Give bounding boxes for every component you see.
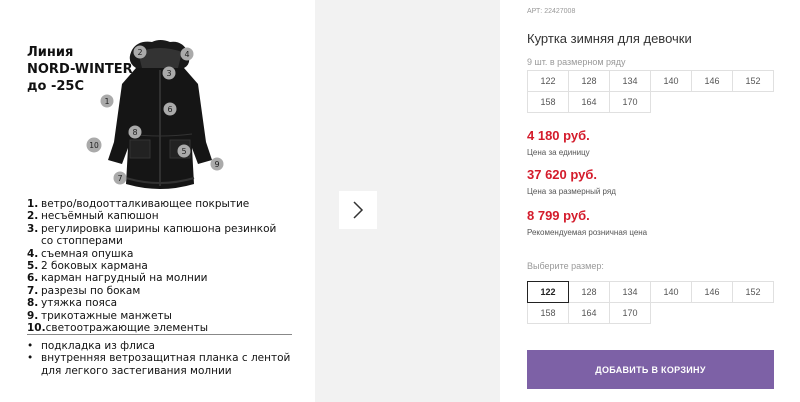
callout-marker: 3 xyxy=(162,66,176,85)
feature-number: 10. xyxy=(27,322,46,335)
feature-item: 4. съемная опушка xyxy=(27,248,276,260)
feature-text: светоотражающие элементы xyxy=(45,322,209,335)
price-retail-label: Рекомендуемая розничная цена xyxy=(527,228,648,237)
extra-text: подкладка из флиса xyxy=(41,340,155,352)
svg-text:1: 1 xyxy=(104,97,109,106)
svg-text:2: 2 xyxy=(137,48,142,57)
size-option[interactable]: 170 xyxy=(609,302,651,324)
size-run-label: 9 шт. в размерном ряду xyxy=(527,57,626,67)
gallery-next-button[interactable] xyxy=(339,191,377,229)
svg-text:6: 6 xyxy=(167,105,172,114)
price-size-run: 37 620 руб. xyxy=(527,167,598,182)
price-unit: 4 180 руб. xyxy=(527,128,590,143)
feature-number: 3. xyxy=(27,222,39,235)
extras-list: • подкладка из флиса • внутренняя ветрозащ… xyxy=(27,340,290,377)
svg-text:10: 10 xyxy=(89,141,99,150)
feature-number: 8. xyxy=(27,297,39,310)
feature-text: разрезы по бокам xyxy=(41,284,141,297)
bullet-icon: • xyxy=(27,352,34,365)
feature-item: 5. 2 боковых кармана xyxy=(27,260,276,272)
feature-item: 10. светоотражающие элементы xyxy=(27,322,276,334)
size-run-cell: 158 xyxy=(527,91,569,113)
feature-text: регулировка ширины капюшона резинкой xyxy=(41,222,277,235)
size-option[interactable]: 152 xyxy=(732,281,774,303)
callout-marker: 4 xyxy=(180,47,194,66)
extra-item: • внутренняя ветрозащитная планка с ленто… xyxy=(27,352,290,364)
callout-marker: 2 xyxy=(133,45,147,64)
svg-text:5: 5 xyxy=(181,147,186,156)
price-unit-label: Цена за единицу xyxy=(527,148,590,157)
choose-size-label: Выберите размер: xyxy=(527,261,604,271)
bullet-spacer xyxy=(27,365,41,377)
size-run-cell: 122 xyxy=(527,70,569,92)
callout-marker: 10 xyxy=(86,137,102,158)
product-sku: АРТ: 22427008 xyxy=(527,8,576,15)
product-title: Куртка зимняя для девочки xyxy=(527,31,692,46)
feature-number: 5. xyxy=(27,260,39,273)
feature-number: 1. xyxy=(27,198,39,210)
feature-item: 1. ветро/водоотталкивающее покрытие xyxy=(27,198,276,210)
size-option[interactable]: 146 xyxy=(691,281,733,303)
product-image: Линия NORD-WINTER до -25С 2 4 3 1 6 8 10… xyxy=(0,0,315,402)
feature-item: 6. карман нагрудный на молнии xyxy=(27,272,276,284)
price-size-run-label: Цена за размерный ряд xyxy=(527,187,616,196)
feature-item: 7. разрезы по бокам xyxy=(27,285,276,297)
feature-text: съемная опушка xyxy=(41,247,134,260)
feature-item: со стопперами xyxy=(27,235,276,247)
feature-text: ветро/водоотталкивающее покрытие xyxy=(41,198,250,210)
feature-text: трикотажные манжеты xyxy=(41,309,172,322)
svg-text:7: 7 xyxy=(117,174,122,183)
size-option[interactable]: 140 xyxy=(650,281,692,303)
add-to-cart-button[interactable]: ДОБАВИТЬ В КОРЗИНУ xyxy=(527,350,774,389)
feature-item: 9. трикотажные манжеты xyxy=(27,310,276,322)
size-option[interactable]: 164 xyxy=(568,302,610,324)
size-run-cell: 170 xyxy=(609,91,651,113)
feature-text: утяжка пояса xyxy=(41,297,118,310)
size-selector: 122 128 134 140 146 152 158 164 170 xyxy=(527,281,774,324)
size-option-selected[interactable]: 122 xyxy=(527,281,569,303)
extra-text: внутренняя ветрозащитная планка с лентой xyxy=(41,352,291,365)
feature-text: 2 боковых кармана xyxy=(41,260,148,273)
callout-marker: 8 xyxy=(128,125,142,144)
size-run-cell: 134 xyxy=(609,70,651,92)
feature-number: 9. xyxy=(27,309,39,322)
feature-number: 4. xyxy=(27,247,39,260)
size-run-cell: 146 xyxy=(691,70,733,92)
extra-text: для легкого застегивания молнии xyxy=(41,364,232,377)
svg-text:8: 8 xyxy=(132,128,137,137)
size-run-cell: 152 xyxy=(732,70,774,92)
extra-item: для легкого застегивания молнии xyxy=(27,365,290,377)
product-details: АРТ: 22427008 Куртка зимняя для девочки … xyxy=(527,0,800,402)
size-option[interactable]: 128 xyxy=(568,281,610,303)
size-run-cell: 140 xyxy=(650,70,692,92)
callout-marker: 1 xyxy=(100,94,114,113)
size-run-cell: 128 xyxy=(568,70,610,92)
feature-item: 3. регулировка ширины капюшона резинкой xyxy=(27,223,276,235)
price-retail: 8 799 руб. xyxy=(527,208,590,223)
feature-text: карман нагрудный на молнии xyxy=(41,272,208,285)
feature-text: со стопперами xyxy=(41,235,123,248)
callout-marker: 9 xyxy=(210,157,224,176)
callout-marker: 6 xyxy=(163,102,177,121)
size-run-cell: 164 xyxy=(568,91,610,113)
features-list: 1. ветро/водоотталкивающее покрытие 2. нес… xyxy=(27,198,276,334)
feature-text: несъёмный капюшон xyxy=(41,210,159,223)
feature-item: 2. несъёмный капюшон xyxy=(27,210,276,222)
list-divider xyxy=(27,334,292,335)
feature-number: 2. xyxy=(27,210,39,223)
callout-marker: 5 xyxy=(177,144,191,163)
feature-item: 8. утяжка пояса xyxy=(27,297,276,309)
callout-marker: 7 xyxy=(113,171,127,190)
size-option[interactable]: 134 xyxy=(609,281,651,303)
svg-text:3: 3 xyxy=(166,69,171,78)
feature-number: 7. xyxy=(27,284,39,297)
size-option[interactable]: 158 xyxy=(527,302,569,324)
svg-text:9: 9 xyxy=(214,160,219,169)
bullet-icon: • xyxy=(27,340,34,352)
size-run-grid: 122 128 134 140 146 152 158 164 170 xyxy=(527,70,774,113)
svg-text:4: 4 xyxy=(184,50,189,59)
extra-item: • подкладка из флиса xyxy=(27,340,290,352)
chevron-right-icon xyxy=(353,201,364,219)
feature-number: 6. xyxy=(27,272,39,285)
